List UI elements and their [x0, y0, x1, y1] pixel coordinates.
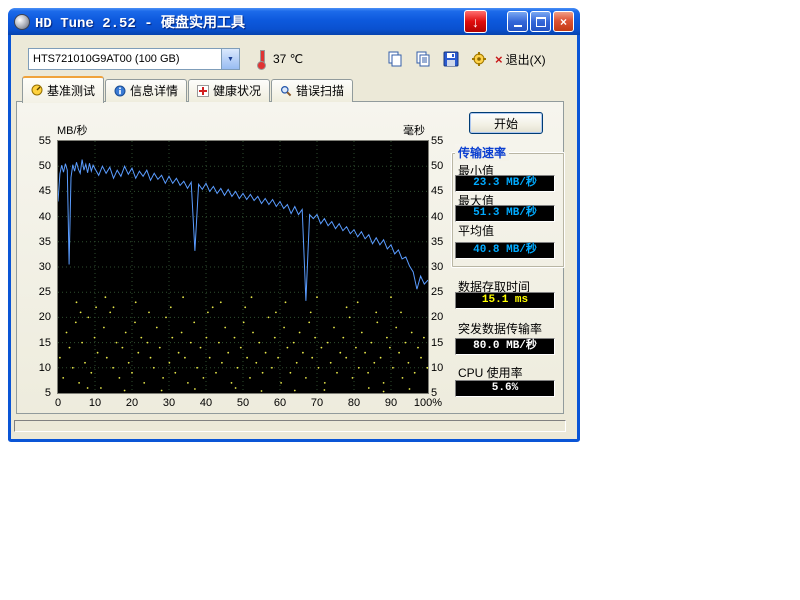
cpu-usage-label: CPU 使用率 — [458, 364, 523, 381]
minimize-icon — [514, 25, 522, 27]
y-axis-unit-left: MB/秒 — [57, 122, 88, 138]
x-tick-label: 10 — [89, 397, 101, 409]
app-icon — [14, 14, 30, 30]
titlebar[interactable]: HD Tune 2.52 - 硬盘实用工具 ↓ × — [8, 8, 580, 35]
y-tick-label: 10 — [21, 362, 51, 374]
access-time-value: 15.1 ms — [455, 292, 555, 309]
avg-label: 平均值 — [458, 222, 494, 239]
tab-health[interactable]: 健康状况 — [188, 79, 270, 102]
y-tick-label: 55 — [21, 135, 51, 147]
y-tick-label: 20 — [21, 311, 51, 323]
x-axis: 0102030405060708090100% — [58, 397, 428, 411]
x-tick-label: 0 — [55, 397, 61, 409]
tab-bar: 基准测试 信息详情 健康状况 — [22, 81, 354, 102]
thermometer-icon — [257, 50, 267, 69]
copy-screenshot-button[interactable] — [384, 49, 406, 69]
tab-info[interactable]: 信息详情 — [105, 79, 187, 102]
burst-rate-value: 80.0 MB/秒 — [455, 338, 555, 355]
avg-value: 40.8 MB/秒 — [455, 242, 555, 259]
desktop: HD Tune 2.52 - 硬盘实用工具 ↓ × HTS721010G9AT0… — [0, 0, 800, 600]
copy-text-icon — [415, 51, 431, 67]
tab-label: 错误扫描 — [296, 82, 344, 99]
copy-icon — [387, 51, 403, 67]
x-tick-label: 80 — [348, 397, 360, 409]
tab-label: 健康状况 — [213, 82, 261, 99]
close-button[interactable]: × — [553, 11, 574, 32]
benchmark-panel: MB/秒 毫秒 555045403530252015105 5550454035… — [16, 101, 564, 414]
maximize-icon — [536, 17, 546, 27]
max-value: 51.3 MB/秒 — [455, 205, 555, 222]
save-icon — [443, 51, 459, 67]
y-tick-label: 20 — [431, 311, 461, 323]
chevron-down-icon: ▼ — [227, 56, 234, 63]
transfer-rate-group-title: 传输速率 — [455, 144, 509, 161]
magnifier-icon — [280, 85, 292, 97]
x-tick-label: 50 — [237, 397, 249, 409]
health-cross-icon — [197, 85, 209, 97]
x-tick-label: 70 — [311, 397, 323, 409]
y-tick-label: 15 — [21, 337, 51, 349]
info-icon — [114, 85, 126, 97]
y-axis-unit-right: 毫秒 — [403, 122, 425, 138]
x-tick-label: 30 — [163, 397, 175, 409]
min-value: 23.3 MB/秒 — [455, 175, 555, 192]
tab-error-scan[interactable]: 错误扫描 — [271, 79, 353, 102]
status-bar — [14, 420, 566, 432]
burst-rate-label: 突发数据传输率 — [458, 320, 542, 337]
drive-select-value: HTS721010G9AT00 (100 GB) — [29, 53, 221, 65]
y-tick-label: 5 — [21, 387, 51, 399]
save-screenshot-button[interactable] — [440, 49, 462, 69]
y-tick-label: 35 — [21, 236, 51, 248]
x-tick-label: 40 — [200, 397, 212, 409]
y-tick-label: 25 — [21, 286, 51, 298]
y-tick-label: 50 — [21, 160, 51, 172]
minimize-button[interactable] — [507, 11, 528, 32]
tab-label: 信息详情 — [130, 82, 178, 99]
temperature-reading: 37 ℃ — [273, 52, 303, 66]
window-title: HD Tune 2.52 - 硬盘实用工具 — [35, 12, 245, 32]
y-axis-left: 555045403530252015105 — [19, 141, 53, 393]
hdtune-window: HD Tune 2.52 - 硬盘实用工具 ↓ × HTS721010G9AT0… — [8, 8, 580, 442]
close-icon: × — [560, 16, 567, 28]
copy-text-button[interactable] — [412, 49, 434, 69]
cpu-usage-value: 5.6% — [455, 380, 555, 397]
exit-button[interactable]: × 退出(X) — [492, 49, 549, 69]
drive-select-combobox[interactable]: HTS721010G9AT00 (100 GB) ▼ — [28, 48, 240, 70]
options-button[interactable] — [468, 49, 490, 69]
combo-dropdown-button[interactable]: ▼ — [221, 49, 239, 69]
tab-benchmark[interactable]: 基准测试 — [22, 76, 104, 103]
exit-x-icon: × — [495, 53, 503, 66]
x-tick-label: 20 — [126, 397, 138, 409]
benchmark-gauge-icon — [31, 84, 43, 96]
maximize-button[interactable] — [530, 11, 551, 32]
y-tick-label: 45 — [21, 185, 51, 197]
start-button[interactable]: 开始 — [469, 112, 543, 134]
x-tick-label: 60 — [274, 397, 286, 409]
tab-label: 基准测试 — [47, 82, 95, 99]
download-button[interactable]: ↓ — [464, 10, 487, 33]
x-tick-label: 90 — [385, 397, 397, 409]
y-tick-label: 30 — [21, 261, 51, 273]
download-arrow-icon: ↓ — [472, 15, 479, 29]
options-gear-icon — [471, 51, 487, 67]
y-tick-label: 10 — [431, 362, 461, 374]
toolbar-icons — [384, 49, 490, 69]
x-tick-label: 100% — [414, 397, 442, 409]
y-tick-label: 40 — [21, 211, 51, 223]
exit-label: 退出(X) — [506, 51, 546, 68]
window-client-area: HTS721010G9AT00 (100 GB) ▼ 37 ℃ — [11, 35, 577, 436]
benchmark-chart — [57, 140, 429, 394]
